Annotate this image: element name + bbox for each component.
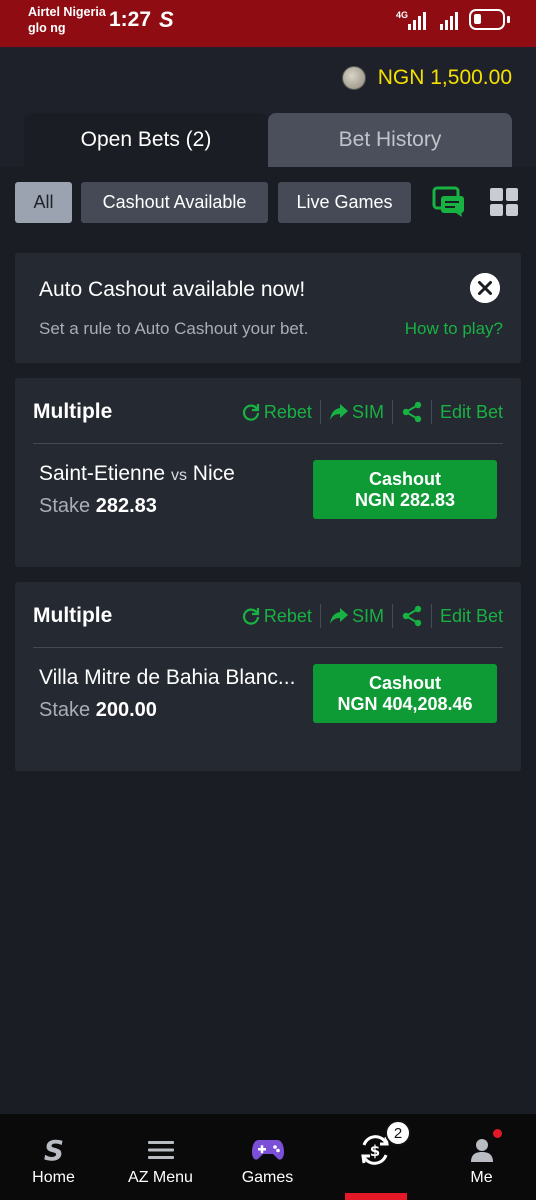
cashout-button[interactable]: Cashout NGN 282.83 <box>313 460 497 519</box>
sim-label: SIM <box>351 605 384 626</box>
tab-open-bets[interactable]: Open Bets (2) <box>24 113 268 167</box>
nav-home[interactable]: S Home <box>0 1114 107 1200</box>
gamepad-icon <box>251 1134 285 1166</box>
divider <box>33 647 503 648</box>
sim-label: SIM <box>351 401 384 422</box>
filter-all[interactable]: All <box>15 182 72 223</box>
nav-open-bets[interactable]: $ <box>321 1114 428 1200</box>
stake-info: Stake 282.83 <box>39 495 157 518</box>
user-icon <box>469 1134 495 1166</box>
open-bets-count-badge: 2 <box>385 1120 411 1146</box>
divider <box>33 443 503 444</box>
battery-icon <box>469 9 510 30</box>
notification-dot <box>493 1129 502 1138</box>
cashout-label: Cashout <box>369 672 441 693</box>
rebet-button[interactable]: Rebet <box>241 606 312 627</box>
away-team: Nice <box>192 462 235 485</box>
banner-title: Auto Cashout available now! <box>39 278 306 301</box>
sim-button[interactable]: SIM <box>329 606 384 627</box>
bottom-nav: S Home AZ Menu Games $ Me <box>0 1114 536 1200</box>
bet-actions: Rebet SIM Edit Bet <box>241 400 503 424</box>
bet-card: Multiple Rebet SIM Edit Bet Saint-Etienn… <box>15 378 521 567</box>
active-tab-indicator <box>345 1193 407 1200</box>
nav-games-label: Games <box>241 1169 294 1186</box>
match-name: Villa Mitre de Bahia Blanc... <box>39 666 296 689</box>
banner-subtitle: Set a rule to Auto Cashout your bet. <box>39 319 309 338</box>
bet-actions: Rebet SIM Edit Bet <box>241 604 503 628</box>
grid-view-icon[interactable] <box>490 188 518 216</box>
nav-az-menu[interactable]: AZ Menu <box>107 1114 214 1200</box>
status-bar: Airtel Nigeria glo ng 1:27 S 4G <box>0 0 536 47</box>
network-type: 4G <box>396 10 409 20</box>
signal-strength-icon <box>440 10 458 30</box>
carrier-primary: Airtel Nigeria <box>28 5 106 19</box>
sim-button[interactable]: SIM <box>329 402 384 423</box>
nav-home-label: Home <box>32 1169 75 1186</box>
nav-me[interactable]: Me <box>428 1114 535 1200</box>
bet-card: Multiple Rebet SIM Edit Bet Villa Mitre … <box>15 582 521 771</box>
vs-label: vs <box>170 467 187 484</box>
signal-strength-icon <box>408 10 426 30</box>
nav-az-menu-label: AZ Menu <box>128 1169 193 1186</box>
edit-bet-button[interactable]: Edit Bet <box>440 606 503 627</box>
balance-row[interactable]: NGN 1,500.00 <box>341 66 512 90</box>
carrier-info: Airtel Nigeria glo ng <box>28 4 106 36</box>
tab-bet-history[interactable]: Bet History <box>268 113 512 167</box>
nav-me-label: Me <box>470 1169 493 1186</box>
cashout-button[interactable]: Cashout NGN 404,208.46 <box>313 664 497 723</box>
rebet-button[interactable]: Rebet <box>241 402 312 423</box>
refresh-icon <box>242 404 259 421</box>
share-icon[interactable] <box>401 401 423 423</box>
carrier-secondary: glo ng <box>28 21 66 35</box>
cashout-amount: NGN 282.83 <box>354 489 456 510</box>
close-icon[interactable] <box>470 273 500 303</box>
stake-info: Stake 200.00 <box>39 699 157 722</box>
betslip-chat-icon[interactable] <box>432 186 466 218</box>
auto-cashout-banner: Auto Cashout available now! Set a rule t… <box>15 253 521 363</box>
sporty-home-icon: S <box>42 1134 66 1166</box>
nav-games[interactable]: Games <box>214 1114 321 1200</box>
menu-icon <box>147 1134 174 1166</box>
stake-label: Stake <box>39 495 91 517</box>
stake-label: Stake <box>39 699 91 721</box>
bet-type: Multiple <box>33 400 113 423</box>
refresh-icon <box>242 608 259 625</box>
match-name: Saint-Etienne vs Nice <box>39 462 305 486</box>
edit-bet-button[interactable]: Edit Bet <box>440 402 503 423</box>
bet-type: Multiple <box>33 604 113 627</box>
home-team: Saint-Etienne <box>39 462 166 485</box>
sporty-notification-icon: S <box>159 7 174 32</box>
filter-live-games[interactable]: Live Games <box>278 182 411 223</box>
share-arrow-icon <box>329 608 348 624</box>
share-icon[interactable] <box>401 605 423 627</box>
status-clock: 1:27 <box>109 8 152 31</box>
filter-cashout-available[interactable]: Cashout Available <box>81 182 268 223</box>
share-arrow-icon <box>329 404 348 420</box>
cashout-label: Cashout <box>369 468 441 489</box>
account-balance: NGN 1,500.00 <box>377 66 512 89</box>
svg-text:$: $ <box>369 1142 379 1160</box>
svg-text:S: S <box>43 1135 63 1165</box>
rebet-label: Rebet <box>263 605 312 626</box>
cashout-amount: NGN 404,208.46 <box>337 693 473 714</box>
stake-amount: 282.83 <box>95 495 157 517</box>
rebet-label: Rebet <box>263 401 312 422</box>
avatar[interactable] <box>341 66 366 90</box>
how-to-play-link[interactable]: How to play? <box>405 319 503 339</box>
stake-amount: 200.00 <box>95 699 157 721</box>
